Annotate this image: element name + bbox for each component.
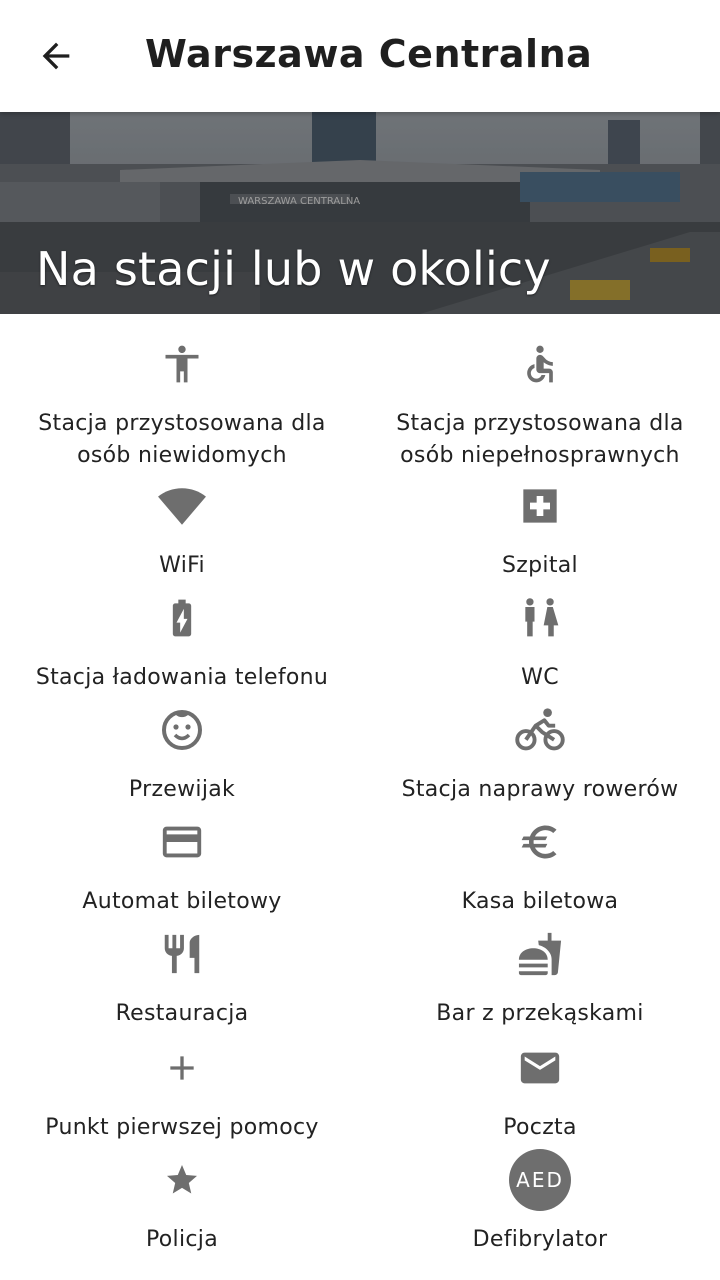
amenity-defibrillator: AED Defibrylator <box>360 1148 720 1256</box>
aed-icon: AED <box>509 1149 571 1211</box>
amenity-snack-bar: Bar z przekąskami <box>360 922 720 1030</box>
wifi-icon <box>158 488 206 525</box>
plus-icon <box>170 1056 194 1080</box>
amenity-post-office: Poczta <box>360 1036 720 1144</box>
accessibility-icon <box>165 345 199 383</box>
mail-icon <box>520 1052 560 1084</box>
back-button[interactable] <box>24 26 88 86</box>
amenity-label: Poczta <box>503 1115 577 1140</box>
amenity-label: Stacja przystosowana dla <box>38 411 326 436</box>
restaurant-icon <box>164 934 200 974</box>
amenity-label: Kasa biletowa <box>461 889 619 914</box>
amenity-label: Automat biletowy <box>82 889 282 914</box>
amenity-first-aid: Punkt pierwszej pomocy <box>2 1036 362 1144</box>
amenity-wc: WC <box>360 586 720 694</box>
wc-icon <box>525 598 559 637</box>
baby-face-icon <box>162 710 202 750</box>
bike-icon <box>515 708 565 751</box>
amenity-changing-table: Przewijak <box>2 698 362 806</box>
station-hero-image: WARSZAWA CENTRALNA Na stacji lub w okoli… <box>0 112 720 314</box>
wheelchair-icon <box>527 345 553 383</box>
fastfood-icon <box>518 932 562 976</box>
amenity-label: Restauracja <box>115 1001 249 1026</box>
amenity-label: Stacja naprawy rowerów <box>401 777 679 802</box>
battery-charging-icon <box>172 599 192 637</box>
hero-title: Na stacji lub w okolicy <box>36 242 551 296</box>
page-title: Warszawa Centralna <box>145 32 593 76</box>
amenity-label: WC <box>521 665 559 690</box>
amenity-label: Stacja ładowania telefonu <box>35 665 329 690</box>
euro-icon <box>521 825 557 859</box>
amenity-phone-charging: Stacja ładowania telefonu <box>2 586 362 694</box>
amenity-label: Stacja przystosowana dla <box>396 411 684 436</box>
amenity-label: Punkt pierwszej pomocy <box>45 1115 319 1140</box>
arrow-back-icon <box>42 42 70 70</box>
amenity-label: Przewijak <box>128 777 236 802</box>
amenity-label: osób niepełnosprawnych <box>400 443 680 468</box>
amenity-restaurant: Restauracja <box>2 922 362 1030</box>
hospital-icon <box>523 489 557 523</box>
amenity-label: Bar z przekąskami <box>436 1001 644 1026</box>
amenity-label: Defibrylator <box>472 1227 608 1252</box>
amenity-label: WiFi <box>159 553 205 578</box>
credit-card-icon <box>162 826 202 858</box>
amenity-wifi: WiFi <box>2 474 362 582</box>
star-icon <box>167 1165 197 1194</box>
amenity-wheelchair-accessible: Stacja przystosowana dla osób niepełnospr… <box>360 332 720 472</box>
amenity-label: Szpital <box>502 553 578 578</box>
amenity-hospital: Szpital <box>360 474 720 582</box>
amenity-police: Policja <box>2 1148 362 1256</box>
amenity-ticket-machine: Automat biletowy <box>2 810 362 918</box>
amenity-blind-accessible: Stacja przystosowana dla osób niewidomych <box>2 332 362 472</box>
amenity-bike-repair: Stacja naprawy rowerów <box>360 698 720 806</box>
app-bar: Warszawa Centralna <box>0 0 720 112</box>
amenity-ticket-office: Kasa biletowa <box>360 810 720 918</box>
amenity-label: osób niewidomych <box>77 443 287 468</box>
amenity-label: Policja <box>146 1227 218 1252</box>
